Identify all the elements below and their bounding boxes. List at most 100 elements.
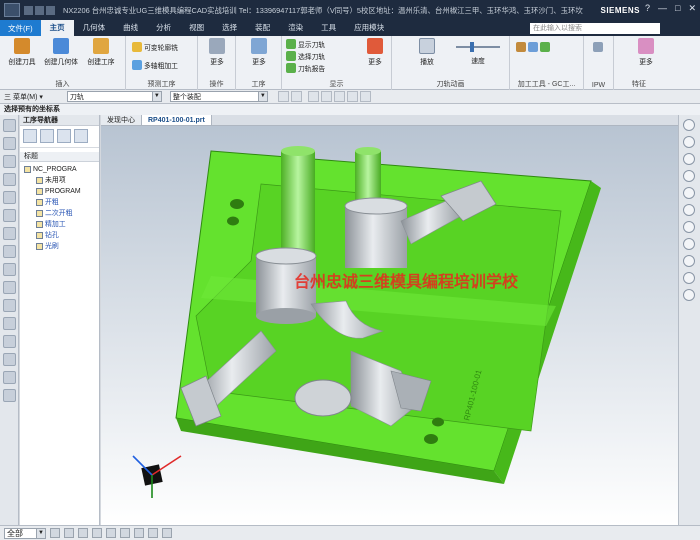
fit-icon[interactable] xyxy=(78,528,88,538)
palette-icon[interactable] xyxy=(3,335,16,348)
hide-icon[interactable] xyxy=(683,119,695,131)
navigator-column-header[interactable]: 标题 xyxy=(20,152,99,162)
eye-icon[interactable] xyxy=(683,272,695,284)
play-button[interactable]: 播放 xyxy=(412,38,442,66)
command-search-input[interactable]: 在此输入以搜索 xyxy=(530,22,660,34)
history-icon[interactable] xyxy=(3,209,16,222)
operation-more-button[interactable]: 更多 xyxy=(202,38,232,66)
help-button[interactable]: ? xyxy=(645,3,650,14)
process-more-button[interactable]: 更多 xyxy=(244,38,274,66)
tree-item[interactable]: NC_PROGRA xyxy=(20,164,99,175)
visibility-icon[interactable] xyxy=(683,289,695,301)
minimize-button[interactable]: — xyxy=(658,3,667,14)
tab-home[interactable]: 主页 xyxy=(40,20,74,36)
tab-geometry[interactable]: 几何体 xyxy=(74,20,115,36)
geometry-view-icon[interactable] xyxy=(57,129,71,143)
tree-item[interactable]: 精加工 xyxy=(20,219,99,230)
tab-select[interactable]: 选择 xyxy=(213,20,246,36)
machine-tool-view-icon[interactable] xyxy=(40,129,54,143)
shaded-icon[interactable] xyxy=(50,528,60,538)
settings-icon[interactable] xyxy=(3,371,16,384)
create-tool-button[interactable]: 创建刀具 xyxy=(4,38,40,66)
reuse-library-icon[interactable] xyxy=(3,191,16,204)
create-operation-button[interactable]: 创建工序 xyxy=(82,38,120,66)
ipw-button[interactable] xyxy=(593,42,603,52)
tab-view[interactable]: 视图 xyxy=(180,20,213,36)
measure-icon[interactable] xyxy=(148,528,158,538)
snap-icon[interactable] xyxy=(277,91,289,102)
machining-tools-icons[interactable] xyxy=(516,42,550,52)
tree-item[interactable]: 未用项 xyxy=(20,175,99,186)
section-icon[interactable] xyxy=(120,528,130,538)
rotate-icon[interactable] xyxy=(683,221,695,233)
tab-discovery-center[interactable]: 发现中心 xyxy=(101,115,142,125)
show-icon[interactable] xyxy=(683,136,695,148)
render-style-icon[interactable] xyxy=(134,528,144,538)
face-select-icon[interactable] xyxy=(359,91,371,102)
system-materials-icon[interactable] xyxy=(3,227,16,240)
multiaxis-rough-button[interactable]: 多轴粗加工 xyxy=(132,60,178,70)
close-button[interactable]: ✕ xyxy=(688,3,696,14)
tab-analysis[interactable]: 分析 xyxy=(147,20,180,36)
display-more-button[interactable]: 更多 xyxy=(362,38,388,66)
tab-curve[interactable]: 曲线 xyxy=(114,20,147,36)
redo-icon[interactable] xyxy=(46,5,55,15)
feature-more-button[interactable]: 更多 xyxy=(632,38,660,66)
tree-item[interactable]: 二次开粗 xyxy=(20,208,99,219)
status-filter-dropdown[interactable]: 全部 ▼ xyxy=(4,527,46,539)
variable-contour-button[interactable]: 可变轮廓铣 xyxy=(132,42,178,52)
constraint-navigator-icon[interactable] xyxy=(3,155,16,168)
background-icon[interactable] xyxy=(683,187,695,199)
tree-item[interactable]: 钻孔 xyxy=(20,230,99,241)
create-geometry-button[interactable]: 创建几何体 xyxy=(42,38,80,66)
pencil-icon[interactable] xyxy=(162,528,172,538)
select-all-icon[interactable] xyxy=(307,91,319,102)
operation-navigator-icon[interactable] xyxy=(3,119,16,132)
toolpath-report-button[interactable]: 刀轨报告 xyxy=(286,63,325,73)
tab-tools[interactable]: 工具 xyxy=(312,20,345,36)
speed-slider[interactable]: 速度 xyxy=(454,38,502,65)
tab-assembly[interactable]: 装配 xyxy=(246,20,279,36)
body-select-icon[interactable] xyxy=(346,91,358,102)
show-toolpath-button[interactable]: 显示刀轨 xyxy=(286,39,325,49)
group-feature-label: 特征 xyxy=(632,81,646,88)
save-icon[interactable] xyxy=(24,5,33,15)
assembly-navigator-icon[interactable] xyxy=(3,137,16,150)
undo-icon[interactable] xyxy=(35,5,44,15)
view-section-icon[interactable] xyxy=(683,204,695,216)
invert-show-icon[interactable] xyxy=(683,153,695,165)
box-select-icon[interactable] xyxy=(320,91,332,102)
lighting-icon[interactable] xyxy=(683,170,695,182)
graphics-window[interactable]: 发现中心 RP401-100-01.prt 台州忠诚三维模具编程培训学校 RP4… xyxy=(101,115,678,525)
select-toolpath-button[interactable]: 选择刀轨 xyxy=(286,51,325,61)
web-browser-icon[interactable] xyxy=(3,317,16,330)
zoom-icon[interactable] xyxy=(683,255,695,267)
tab-render[interactable]: 渲染 xyxy=(279,20,312,36)
program-order-view-icon[interactable] xyxy=(23,129,37,143)
process-studio-icon[interactable] xyxy=(3,245,16,258)
filter-icon[interactable] xyxy=(290,91,302,102)
tree-item[interactable]: 开粗 xyxy=(20,197,99,208)
file-menu-button[interactable]: 文件(F) xyxy=(0,20,41,36)
main-menu-button[interactable]: 三 菜单(M) ▾ xyxy=(4,92,43,102)
maximize-button[interactable]: □ xyxy=(675,3,680,14)
3d-model-canvas[interactable]: 台州忠诚三维模具编程培训学校 RP401-100-01 xyxy=(101,126,678,525)
tree-item[interactable]: 光刷 xyxy=(20,241,99,252)
help-icon[interactable] xyxy=(3,389,16,402)
pan-icon[interactable] xyxy=(683,238,695,250)
orient-icon[interactable] xyxy=(106,528,116,538)
roles-icon[interactable] xyxy=(3,263,16,276)
type-filter-dropdown[interactable]: 刀轨 ▼ xyxy=(66,91,162,102)
zoom-window-icon[interactable] xyxy=(92,528,102,538)
tool-navigator-icon[interactable] xyxy=(3,299,16,312)
part-navigator-icon[interactable] xyxy=(3,173,16,186)
tree-item[interactable]: PROGRAM xyxy=(20,186,99,197)
tab-part-file[interactable]: RP401-100-01.prt xyxy=(142,115,212,125)
feature-select-icon[interactable] xyxy=(333,91,345,102)
method-view-icon[interactable] xyxy=(74,129,88,143)
clock-icon[interactable] xyxy=(3,353,16,366)
scope-dropdown[interactable]: 整个装配 ▼ xyxy=(169,91,268,102)
tab-applications[interactable]: 应用模块 xyxy=(345,20,393,36)
wireframe-icon[interactable] xyxy=(64,528,74,538)
machine-navigator-icon[interactable] xyxy=(3,281,16,294)
